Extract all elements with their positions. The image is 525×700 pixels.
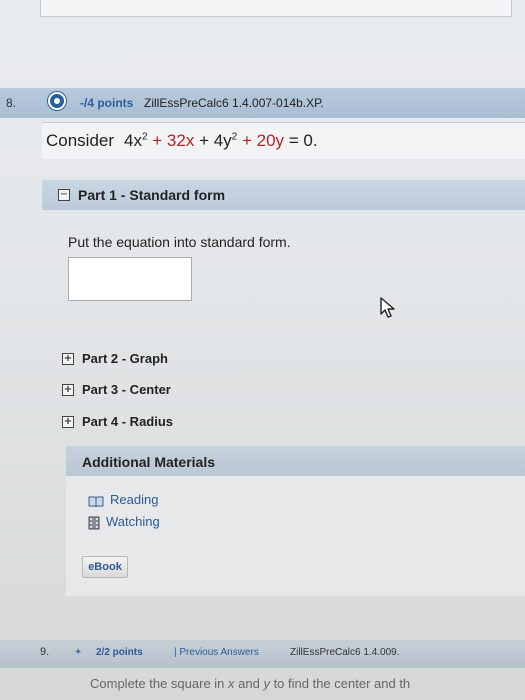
- mouse-pointer-icon: [380, 297, 395, 318]
- next-question-status-icon: ✦: [74, 647, 83, 658]
- expand-icon[interactable]: +: [62, 415, 74, 428]
- part-4-label: Part 4 - Radius: [82, 414, 174, 430]
- part-2-label: Part 2 - Graph: [82, 351, 168, 367]
- collapse-icon[interactable]: −: [58, 189, 70, 201]
- part-3-label: Part 3 - Center: [82, 382, 171, 398]
- part-1-header[interactable]: − Part 1 - Standard form: [42, 180, 525, 210]
- part-1-instruction: Put the equation into standard form.: [68, 234, 291, 250]
- part-3-header[interactable]: + Part 3 - Center: [62, 381, 171, 397]
- equation-term-1: 4x: [124, 131, 142, 150]
- question-prompt: Consider 4x2 + 32x + 4y2 + 20y = 0.: [42, 122, 525, 159]
- expand-icon[interactable]: +: [62, 383, 74, 396]
- equation-term-2: + 32x: [152, 131, 195, 150]
- book-icon: [88, 496, 104, 507]
- reading-link[interactable]: Reading: [88, 492, 158, 507]
- equation-term-5: = 0.: [288, 131, 318, 150]
- question-status-icon: [48, 92, 66, 110]
- next-question-points: 2/2 points: [96, 647, 143, 658]
- expand-icon[interactable]: +: [62, 352, 74, 365]
- watching-label: Watching: [106, 514, 160, 529]
- equation-term-3: + 4y: [199, 131, 232, 150]
- question-points: -/4 points: [80, 96, 134, 110]
- film-icon: [88, 516, 100, 530]
- consider-label: Consider: [46, 131, 115, 150]
- equation: 4x2 + 32x + 4y2 + 20y = 0.: [124, 131, 318, 150]
- next-question-id: ZillEssPreCalc6 1.4.009.: [290, 647, 400, 658]
- prompt-text-end: to find the center and th: [269, 676, 411, 691]
- additional-materials-header: Additional Materials: [66, 446, 525, 476]
- next-question-prompt: Complete the square in x and y to find t…: [90, 676, 410, 691]
- part-2-header[interactable]: + Part 2 - Graph: [62, 350, 168, 366]
- prompt-text-start: Complete the square in: [90, 676, 229, 691]
- part-1-label: Part 1 - Standard form: [78, 187, 226, 203]
- prompt-text-and: and: [234, 676, 264, 691]
- next-question-number: 9.: [40, 646, 50, 658]
- question-number: 8.: [6, 96, 17, 110]
- previous-answers-link[interactable]: | Previous Answers: [174, 647, 259, 658]
- reading-label: Reading: [110, 492, 159, 507]
- previous-question-box: [40, 0, 512, 17]
- part-4-header[interactable]: + Part 4 - Radius: [62, 413, 173, 429]
- equation-term-4: + 20y: [241, 131, 285, 150]
- additional-materials-panel: Reading Watching eBook: [66, 476, 525, 596]
- additional-materials-title: Additional Materials: [82, 454, 216, 470]
- watching-link[interactable]: Watching: [88, 514, 160, 530]
- question-id: ZillEssPreCalc6 1.4.007-014b.XP.: [144, 96, 324, 110]
- standard-form-answer-input[interactable]: [68, 257, 192, 301]
- ebook-button[interactable]: eBook: [82, 556, 128, 578]
